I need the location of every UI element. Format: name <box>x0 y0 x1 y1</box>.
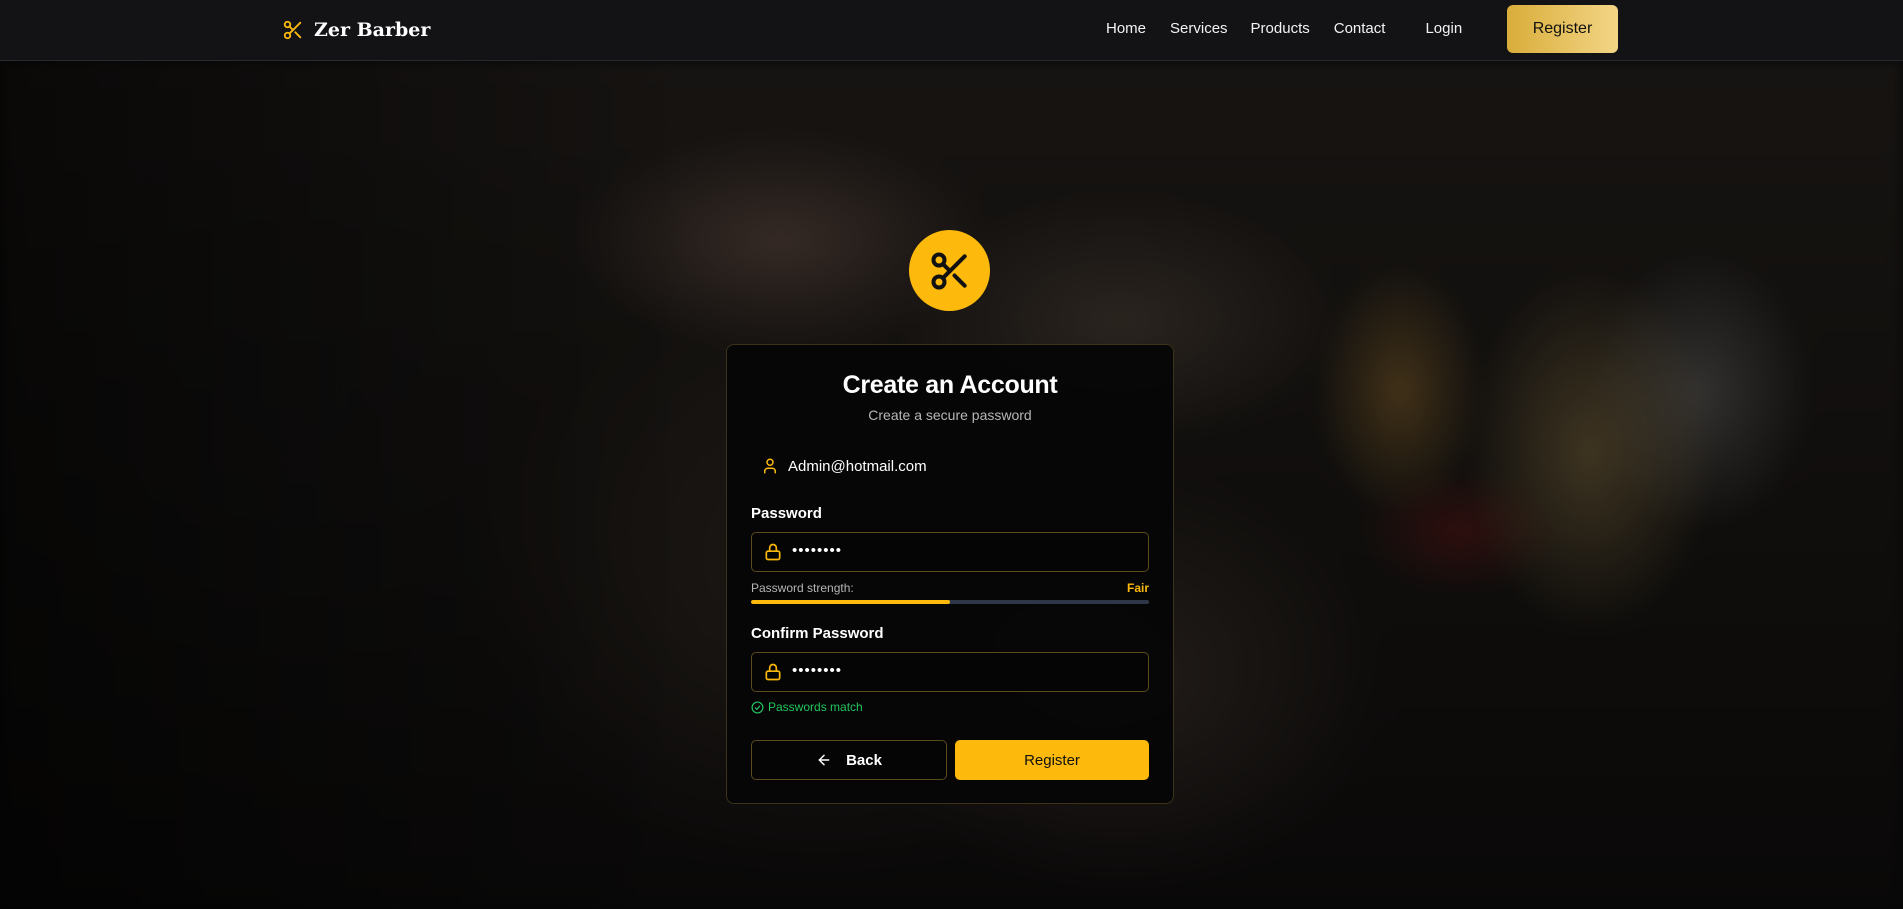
nav-register-button[interactable]: Register <box>1507 5 1618 53</box>
brand-name: Zer Barber <box>314 19 431 41</box>
password-value: •••••••• <box>792 542 843 559</box>
scissors-icon <box>282 19 304 41</box>
user-icon <box>761 457 779 475</box>
register-button[interactable]: Register <box>955 740 1149 780</box>
match-text: Passwords match <box>768 700 863 714</box>
page: Zer Barber Home Services Products Contac… <box>0 0 1903 909</box>
strength-label: Password strength: <box>751 581 854 595</box>
strength-bar-fill <box>751 600 950 604</box>
email-text: Admin@hotmail.com <box>788 457 927 475</box>
confirm-password-field[interactable]: •••••••• <box>751 652 1149 692</box>
nav-links: Home Services Products Contact Login <box>1106 20 1462 37</box>
password-label: Password <box>751 505 822 522</box>
lock-icon <box>763 542 783 562</box>
card-subtitle: Create a secure password <box>868 407 1032 423</box>
background-gradient <box>0 61 700 909</box>
confirm-password-value: •••••••• <box>792 662 843 679</box>
strength-value: Fair <box>1126 581 1149 595</box>
register-card: Create an Account Create a secure passwo… <box>726 344 1174 804</box>
back-button[interactable]: Back <box>751 740 947 780</box>
password-field[interactable]: •••••••• <box>751 532 1149 572</box>
check-circle-icon <box>751 700 764 714</box>
brand-logo[interactable]: Zer Barber <box>282 17 430 43</box>
password-match-status: Passwords match <box>751 700 863 714</box>
confirm-password-label: Confirm Password <box>751 625 884 642</box>
nav-link-services[interactable]: Services <box>1170 20 1228 37</box>
strength-bar <box>751 600 1149 604</box>
nav-login-link[interactable]: Login <box>1425 20 1462 37</box>
back-button-label: Back <box>846 751 882 769</box>
nav-link-home[interactable]: Home <box>1106 20 1146 37</box>
email-display: Admin@hotmail.com <box>761 457 927 475</box>
arrow-left-icon <box>816 752 832 768</box>
navbar: Zer Barber Home Services Products Contac… <box>0 0 1903 61</box>
nav-link-products[interactable]: Products <box>1251 20 1310 37</box>
nav-link-contact[interactable]: Contact <box>1334 20 1386 37</box>
scissors-icon <box>928 249 972 293</box>
logo-badge <box>909 230 990 311</box>
lock-icon <box>763 662 783 682</box>
card-title: Create an Account <box>842 371 1058 399</box>
